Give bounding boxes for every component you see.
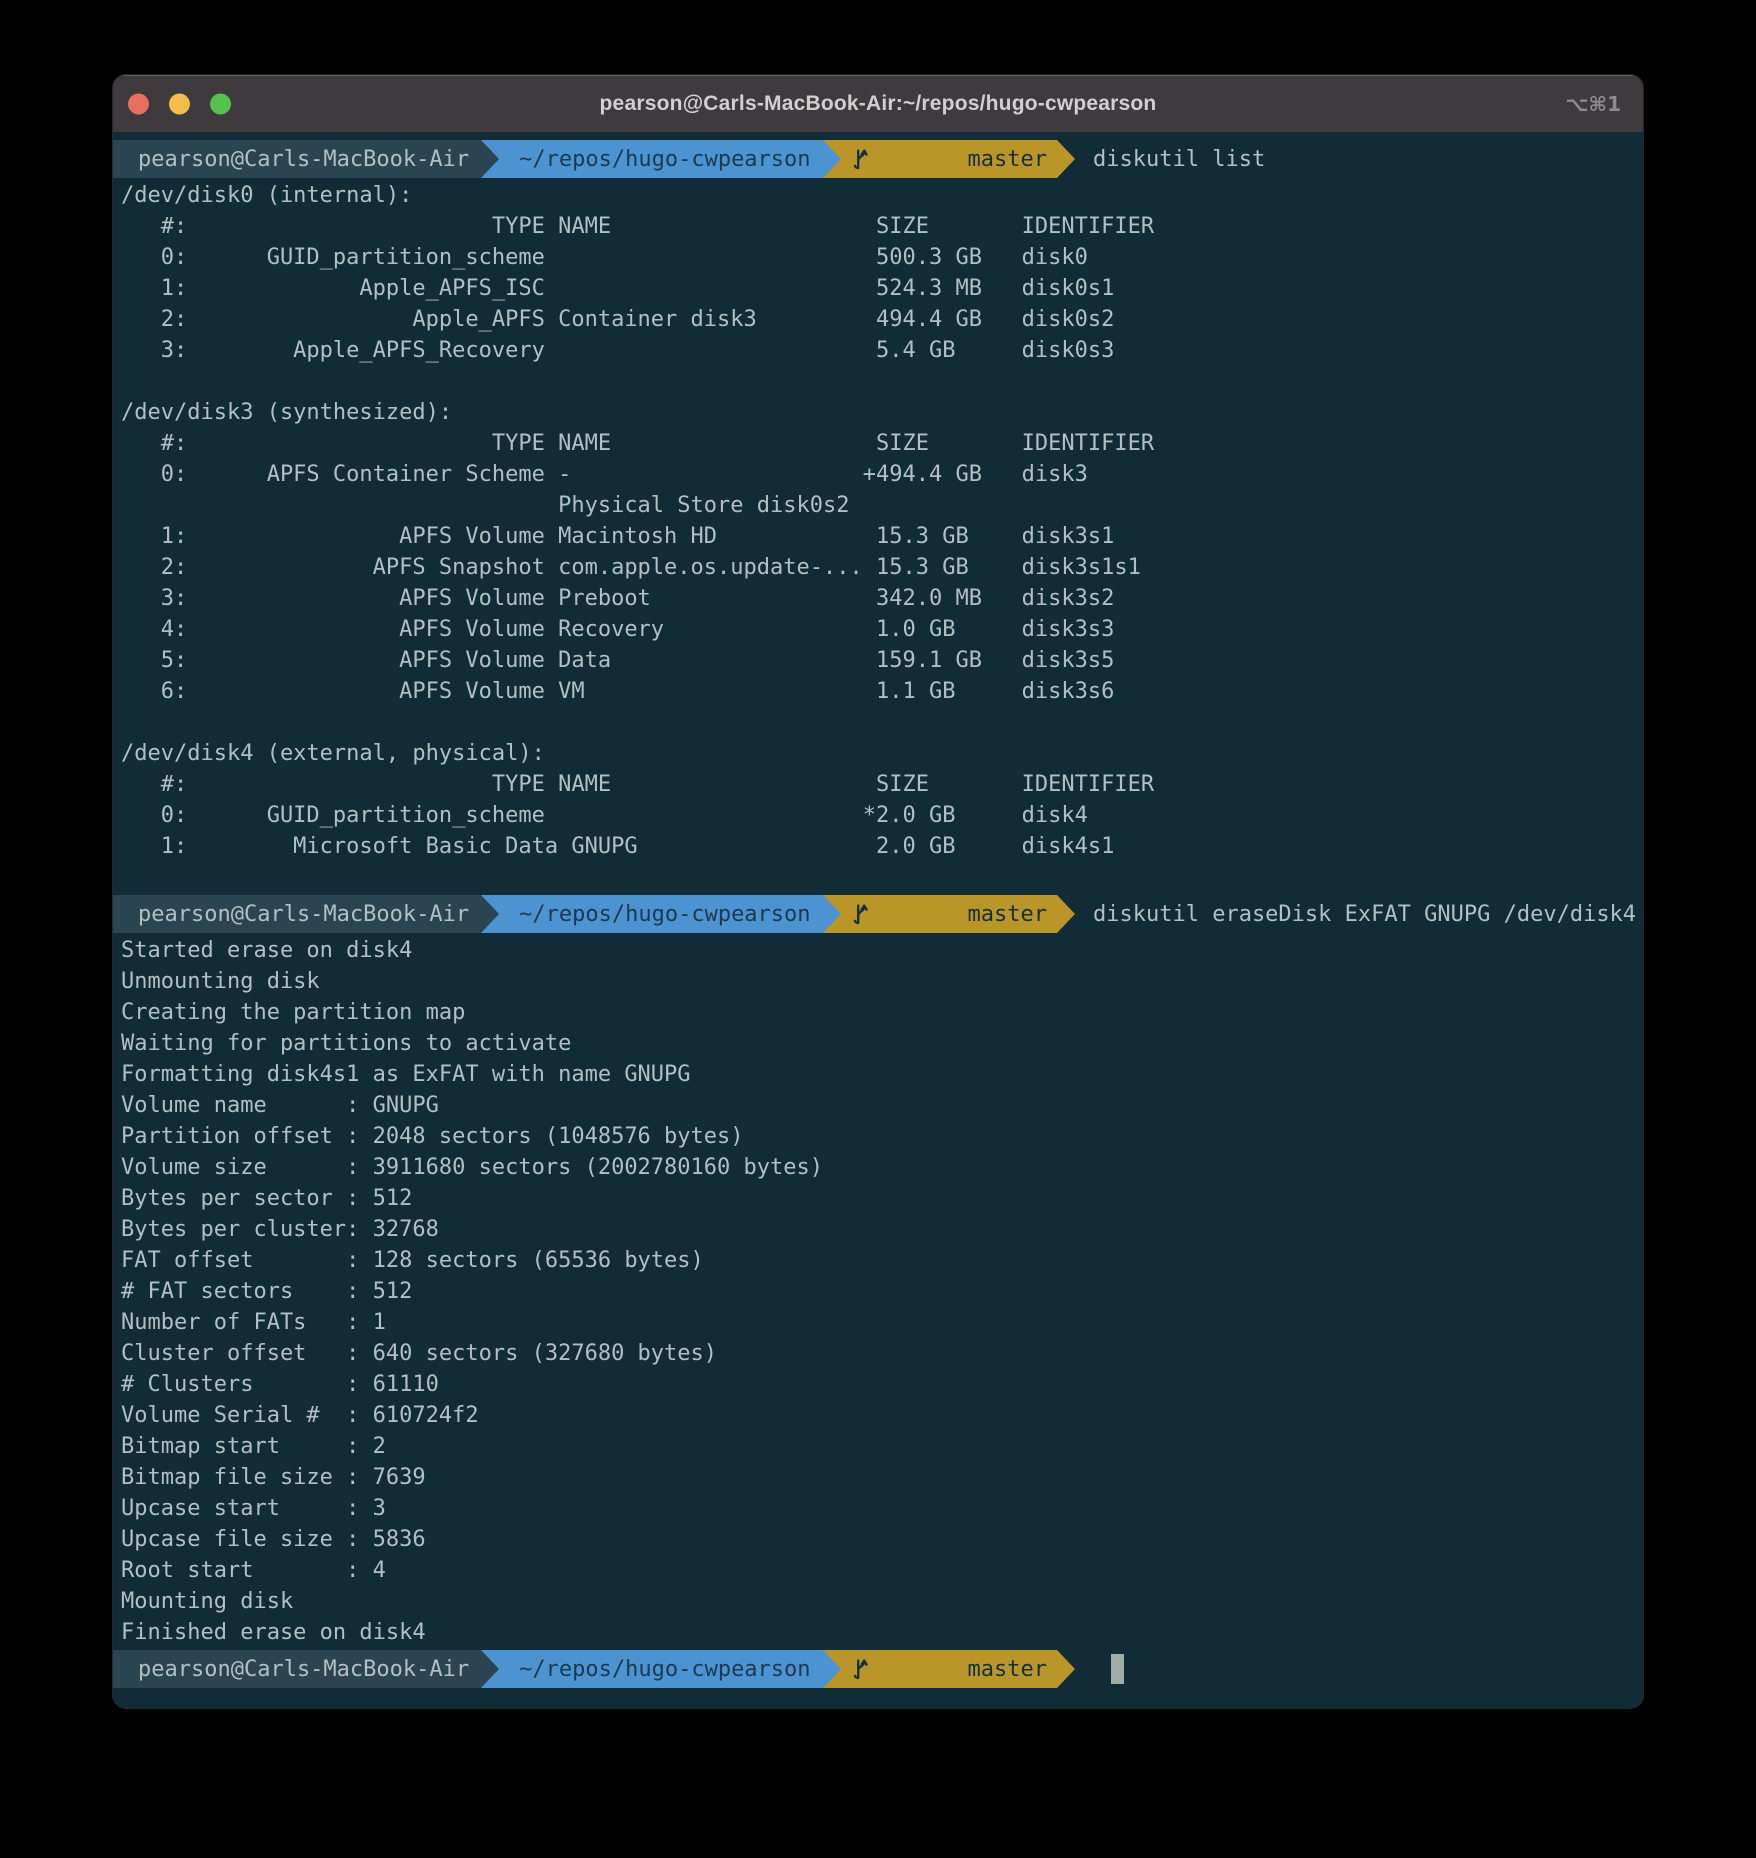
git-branch-icon <box>853 840 959 988</box>
prompt-user-host: pearson@Carls-MacBook-Air <box>113 140 481 178</box>
terminal-output-line: Bitmap file size : 7639 <box>121 1462 1635 1493</box>
terminal-output-line: 2: Apple_APFS Container disk3 494.4 GB d… <box>121 304 1635 335</box>
terminal-blank-line <box>121 366 1635 397</box>
minimize-button[interactable] <box>169 93 190 114</box>
terminal-output-line: Partition offset : 2048 sectors (1048576… <box>121 1121 1635 1152</box>
command-text: diskutil list <box>1093 140 1265 178</box>
terminal-output-line: Root start : 4 <box>121 1555 1635 1586</box>
terminal-output-line: # Clusters : 61110 <box>121 1369 1635 1400</box>
prompt-line: pearson@Carls-MacBook-Air ~/repos/hugo-c… <box>113 1650 1635 1688</box>
powerline-separator-icon <box>481 1650 499 1688</box>
terminal-output-line: 6: APFS Volume VM 1.1 GB disk3s6 <box>121 676 1635 707</box>
terminal-output-line: 3: APFS Volume Preboot 342.0 MB disk3s2 <box>121 583 1635 614</box>
terminal-body[interactable]: pearson@Carls-MacBook-Air ~/repos/hugo-c… <box>113 132 1643 1688</box>
powerline-separator-icon <box>1057 1650 1075 1688</box>
powerline-separator-icon <box>1057 140 1075 178</box>
terminal-window: pearson@Carls-MacBook-Air:~/repos/hugo-c… <box>113 75 1643 1708</box>
terminal-output-line: 5: APFS Volume Data 159.1 GB disk3s5 <box>121 645 1635 676</box>
terminal-output-line: Upcase file size : 5836 <box>121 1524 1635 1555</box>
prompt-working-directory: ~/repos/hugo-cwpearson <box>499 895 822 933</box>
prompt-git-branch-name: master <box>968 899 1047 930</box>
zoom-button[interactable] <box>210 93 231 114</box>
tab-shortcut-badge: ⌥⌘1 <box>1565 92 1621 116</box>
prompt-line: pearson@Carls-MacBook-Air ~/repos/hugo-c… <box>113 140 1635 178</box>
terminal-output-line: 0: APFS Container Scheme - +494.4 GB dis… <box>121 459 1635 490</box>
prompt-git-segment: master <box>841 140 1057 178</box>
terminal-output-line: 1: Apple_APFS_ISC 524.3 MB disk0s1 <box>121 273 1635 304</box>
terminal-output-line: Volume size : 3911680 sectors (200278016… <box>121 1152 1635 1183</box>
terminal-output-line: 4: APFS Volume Recovery 1.0 GB disk3s3 <box>121 614 1635 645</box>
terminal-output-line: #: TYPE NAME SIZE IDENTIFIER <box>121 769 1635 800</box>
command-text: diskutil eraseDisk ExFAT GNUPG /dev/disk… <box>1093 895 1636 933</box>
terminal-output-line: Bytes per cluster: 32768 <box>121 1214 1635 1245</box>
terminal-output-line: 0: GUID_partition_scheme 500.3 GB disk0 <box>121 242 1635 273</box>
terminal-cursor <box>1111 1654 1124 1684</box>
terminal-output-line: 1: APFS Volume Macintosh HD 15.3 GB disk… <box>121 521 1635 552</box>
prompt-git-branch-name: master <box>968 1654 1047 1685</box>
titlebar[interactable]: pearson@Carls-MacBook-Air:~/repos/hugo-c… <box>113 75 1643 132</box>
prompt-working-directory: ~/repos/hugo-cwpearson <box>499 140 822 178</box>
prompt-user-host: pearson@Carls-MacBook-Air <box>113 1650 481 1688</box>
terminal-output-line: /dev/disk4 (external, physical): <box>121 738 1635 769</box>
terminal-output-line: Bytes per sector : 512 <box>121 1183 1635 1214</box>
terminal-output-line: #: TYPE NAME SIZE IDENTIFIER <box>121 428 1635 459</box>
prompt-line: pearson@Carls-MacBook-Air ~/repos/hugo-c… <box>113 895 1635 933</box>
prompt-git-segment: master <box>841 895 1057 933</box>
terminal-output-line: 0: GUID_partition_scheme *2.0 GB disk4 <box>121 800 1635 831</box>
prompt-working-directory: ~/repos/hugo-cwpearson <box>499 1650 822 1688</box>
powerline-separator-icon <box>823 140 841 178</box>
prompt-git-branch-name: master <box>968 144 1047 175</box>
powerline-separator-icon <box>823 895 841 933</box>
close-button[interactable] <box>128 93 149 114</box>
terminal-output-line: 2: APFS Snapshot com.apple.os.update-...… <box>121 552 1635 583</box>
powerline-separator-icon <box>481 140 499 178</box>
terminal-output-line: Cluster offset : 640 sectors (327680 byt… <box>121 1338 1635 1369</box>
terminal-output-line: Waiting for partitions to activate <box>121 1028 1635 1059</box>
terminal-output-line: Physical Store disk0s2 <box>121 490 1635 521</box>
terminal-output-line: Volume Serial # : 610724f2 <box>121 1400 1635 1431</box>
prompt-user-host: pearson@Carls-MacBook-Air <box>113 895 481 933</box>
powerline-separator-icon <box>1057 895 1075 933</box>
prompt-git-segment: master <box>841 1650 1057 1688</box>
terminal-output-line: FAT offset : 128 sectors (65536 bytes) <box>121 1245 1635 1276</box>
window-title: pearson@Carls-MacBook-Air:~/repos/hugo-c… <box>600 92 1157 116</box>
powerline-separator-icon <box>481 895 499 933</box>
terminal-output-line: Upcase start : 3 <box>121 1493 1635 1524</box>
traffic-lights <box>128 93 231 114</box>
terminal-output-line: Number of FATs : 1 <box>121 1307 1635 1338</box>
terminal-output-line: /dev/disk3 (synthesized): <box>121 397 1635 428</box>
powerline-separator-icon <box>823 1650 841 1688</box>
terminal-output-line: # FAT sectors : 512 <box>121 1276 1635 1307</box>
terminal-output-line: 3: Apple_APFS_Recovery 5.4 GB disk0s3 <box>121 335 1635 366</box>
git-branch-icon <box>853 1595 959 1708</box>
terminal-output-line: Volume name : GNUPG <box>121 1090 1635 1121</box>
terminal-output-line: Bitmap start : 2 <box>121 1431 1635 1462</box>
terminal-output-line: Creating the partition map <box>121 997 1635 1028</box>
terminal-blank-line <box>121 707 1635 738</box>
terminal-output-line: Formatting disk4s1 as ExFAT with name GN… <box>121 1059 1635 1090</box>
terminal-output-line: #: TYPE NAME SIZE IDENTIFIER <box>121 211 1635 242</box>
